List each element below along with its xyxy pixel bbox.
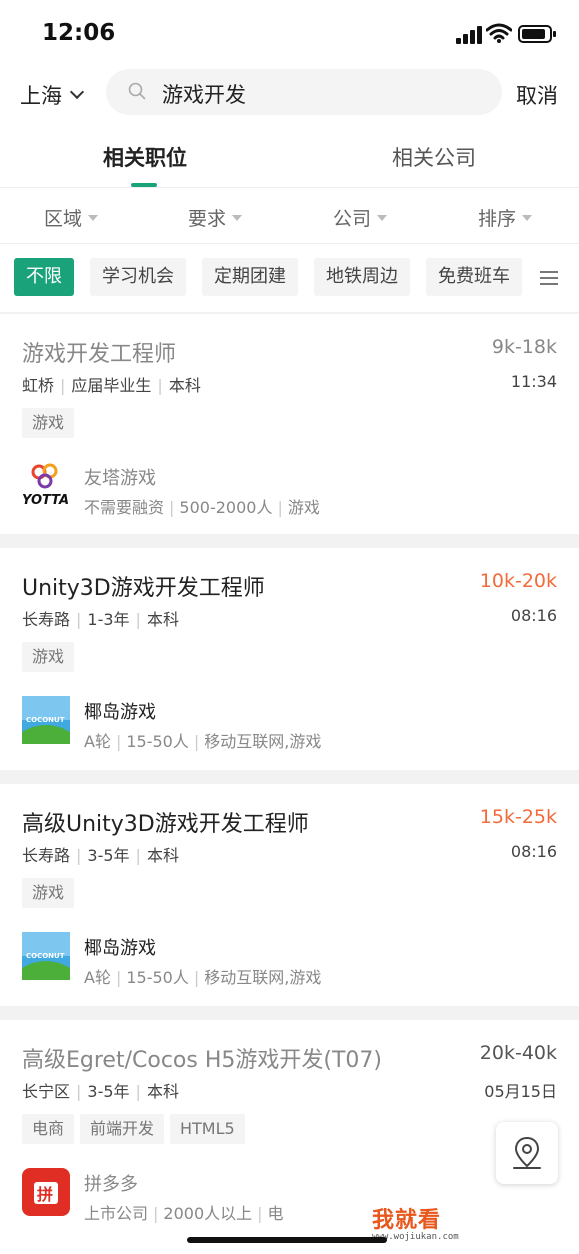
job-time: 08:16: [510, 606, 557, 625]
tab-indicator: [131, 183, 157, 187]
chip-shuttle-bus[interactable]: 免费班车: [426, 258, 522, 296]
job-meta: 虹桥 | 应届毕业生 | 本科: [22, 376, 201, 395]
caret-down-icon: [88, 214, 99, 221]
company-name: 椰岛游戏: [84, 938, 156, 959]
caret-down-icon: [232, 214, 243, 221]
location-pin-icon: [513, 1136, 541, 1169]
filter-label: 要求: [188, 208, 227, 230]
wifi-icon: [486, 23, 512, 43]
caret-down-icon: [522, 214, 533, 221]
company-name: 友塔游戏: [84, 468, 156, 489]
job-title: 高级Egret/Cocos H5游戏开发(T07): [22, 1048, 382, 1073]
filter-requirements[interactable]: 要求: [188, 204, 243, 231]
job-title: Unity3D游戏开发工程师: [22, 576, 265, 601]
filter-bar: 区域 要求 公司 排序: [0, 188, 579, 244]
job-card[interactable]: 游戏开发工程师 9k-18k 虹桥 | 应届毕业生 | 本科 11:34 游戏 YOTT…: [0, 314, 579, 534]
home-indicator: [187, 1237, 387, 1243]
search-input[interactable]: 游戏开发: [106, 69, 502, 115]
company-name: 拼多多: [84, 1174, 138, 1195]
welfare-chip-bar: 不限 学习机会 定期团建 地铁周边 免费班车: [0, 244, 579, 312]
watermark-url: www.wojiukan.com: [372, 1232, 459, 1242]
company-logo: 拼: [22, 1168, 70, 1216]
job-tag: 游戏: [22, 408, 75, 438]
job-time: 11:34: [510, 372, 557, 391]
tab-related-companies[interactable]: 相关公司: [392, 142, 476, 172]
signal-icon: [456, 26, 484, 44]
search-query: 游戏开发: [162, 83, 246, 107]
job-meta: 长寿路 | 3-5年 | 本科: [22, 846, 179, 865]
job-tag: 电商: [22, 1114, 75, 1144]
company-name: 椰岛游戏: [84, 702, 156, 723]
menu-icon[interactable]: [540, 271, 558, 285]
job-card[interactable]: 高级Unity3D游戏开发工程师 15k-25k 长寿路 | 3-5年 | 本科 08:…: [0, 784, 579, 1006]
svg-text:YOTTA: YOTTA: [22, 493, 69, 508]
chip-unlimited[interactable]: 不限: [14, 258, 74, 296]
battery-icon: [518, 25, 556, 43]
job-tag: 游戏: [22, 642, 75, 672]
filter-label: 排序: [478, 208, 517, 230]
watermark-logo: 我就看: [372, 1208, 442, 1233]
filter-label: 公司: [333, 208, 372, 230]
filter-label: 区域: [44, 208, 83, 230]
job-tag: 游戏: [22, 878, 75, 908]
company-meta: 不需要融资 | 500-2000人 | 游戏: [84, 498, 320, 517]
job-meta: 长宁区 | 3-5年 | 本科: [22, 1082, 179, 1101]
filter-company[interactable]: 公司: [333, 204, 388, 231]
svg-text:COCONUT: COCONUT: [26, 952, 65, 960]
company-logo: YOTTA: [22, 463, 69, 508]
company-logo: COCONUT: [22, 696, 70, 744]
city-label: 上海: [20, 84, 62, 108]
cancel-button[interactable]: 取消: [516, 80, 558, 110]
job-title: 高级Unity3D游戏开发工程师: [22, 812, 309, 837]
result-tabs: 相关职位 相关公司: [0, 126, 579, 188]
company-meta: A轮 | 15-50人 | 移动互联网,游戏: [84, 968, 322, 987]
job-meta: 长寿路 | 1-3年 | 本科: [22, 610, 179, 629]
job-tag: 前端开发: [80, 1114, 165, 1144]
company-meta: A轮 | 15-50人 | 移动互联网,游戏: [84, 732, 322, 751]
job-salary: 10k-20k: [479, 570, 557, 592]
svg-text:拼: 拼: [37, 1185, 53, 1204]
job-card[interactable]: Unity3D游戏开发工程师 10k-20k 长寿路 | 1-3年 | 本科 08:16…: [0, 548, 579, 770]
chip-learning[interactable]: 学习机会: [90, 258, 186, 296]
job-title: 游戏开发工程师: [22, 342, 177, 367]
job-salary: 20k-40k: [479, 1042, 557, 1064]
job-time: 05月15日: [484, 1082, 557, 1101]
map-button[interactable]: [496, 1122, 558, 1184]
status-bar: 12:06: [0, 0, 579, 66]
search-header: 上海 游戏开发 取消: [0, 66, 579, 126]
chip-team-building[interactable]: 定期团建: [202, 258, 298, 296]
filter-area[interactable]: 区域: [44, 204, 99, 231]
job-salary: 9k-18k: [491, 336, 557, 358]
company-logo: COCONUT: [22, 932, 70, 980]
job-time: 08:16: [510, 842, 557, 861]
search-icon: [128, 82, 146, 100]
caret-down-icon: [377, 214, 388, 221]
company-meta: 上市公司 | 2000人以上 | 电: [84, 1204, 284, 1223]
job-salary: 15k-25k: [479, 806, 557, 828]
job-tag: HTML5: [170, 1114, 245, 1144]
chip-near-subway[interactable]: 地铁周边: [314, 258, 410, 296]
site-watermark: 我就看 www.wojiukan.com: [372, 1202, 492, 1242]
chevron-down-icon: [69, 84, 85, 100]
tab-related-jobs[interactable]: 相关职位: [103, 142, 187, 172]
svg-text:COCONUT: COCONUT: [26, 716, 65, 724]
city-selector[interactable]: 上海: [20, 80, 85, 110]
filter-sort[interactable]: 排序: [478, 204, 533, 231]
status-time: 12:06: [42, 20, 116, 46]
job-card[interactable]: 高级Egret/Cocos H5游戏开发(T07) 20k-40k 长宁区 | 3-…: [0, 1020, 579, 1254]
